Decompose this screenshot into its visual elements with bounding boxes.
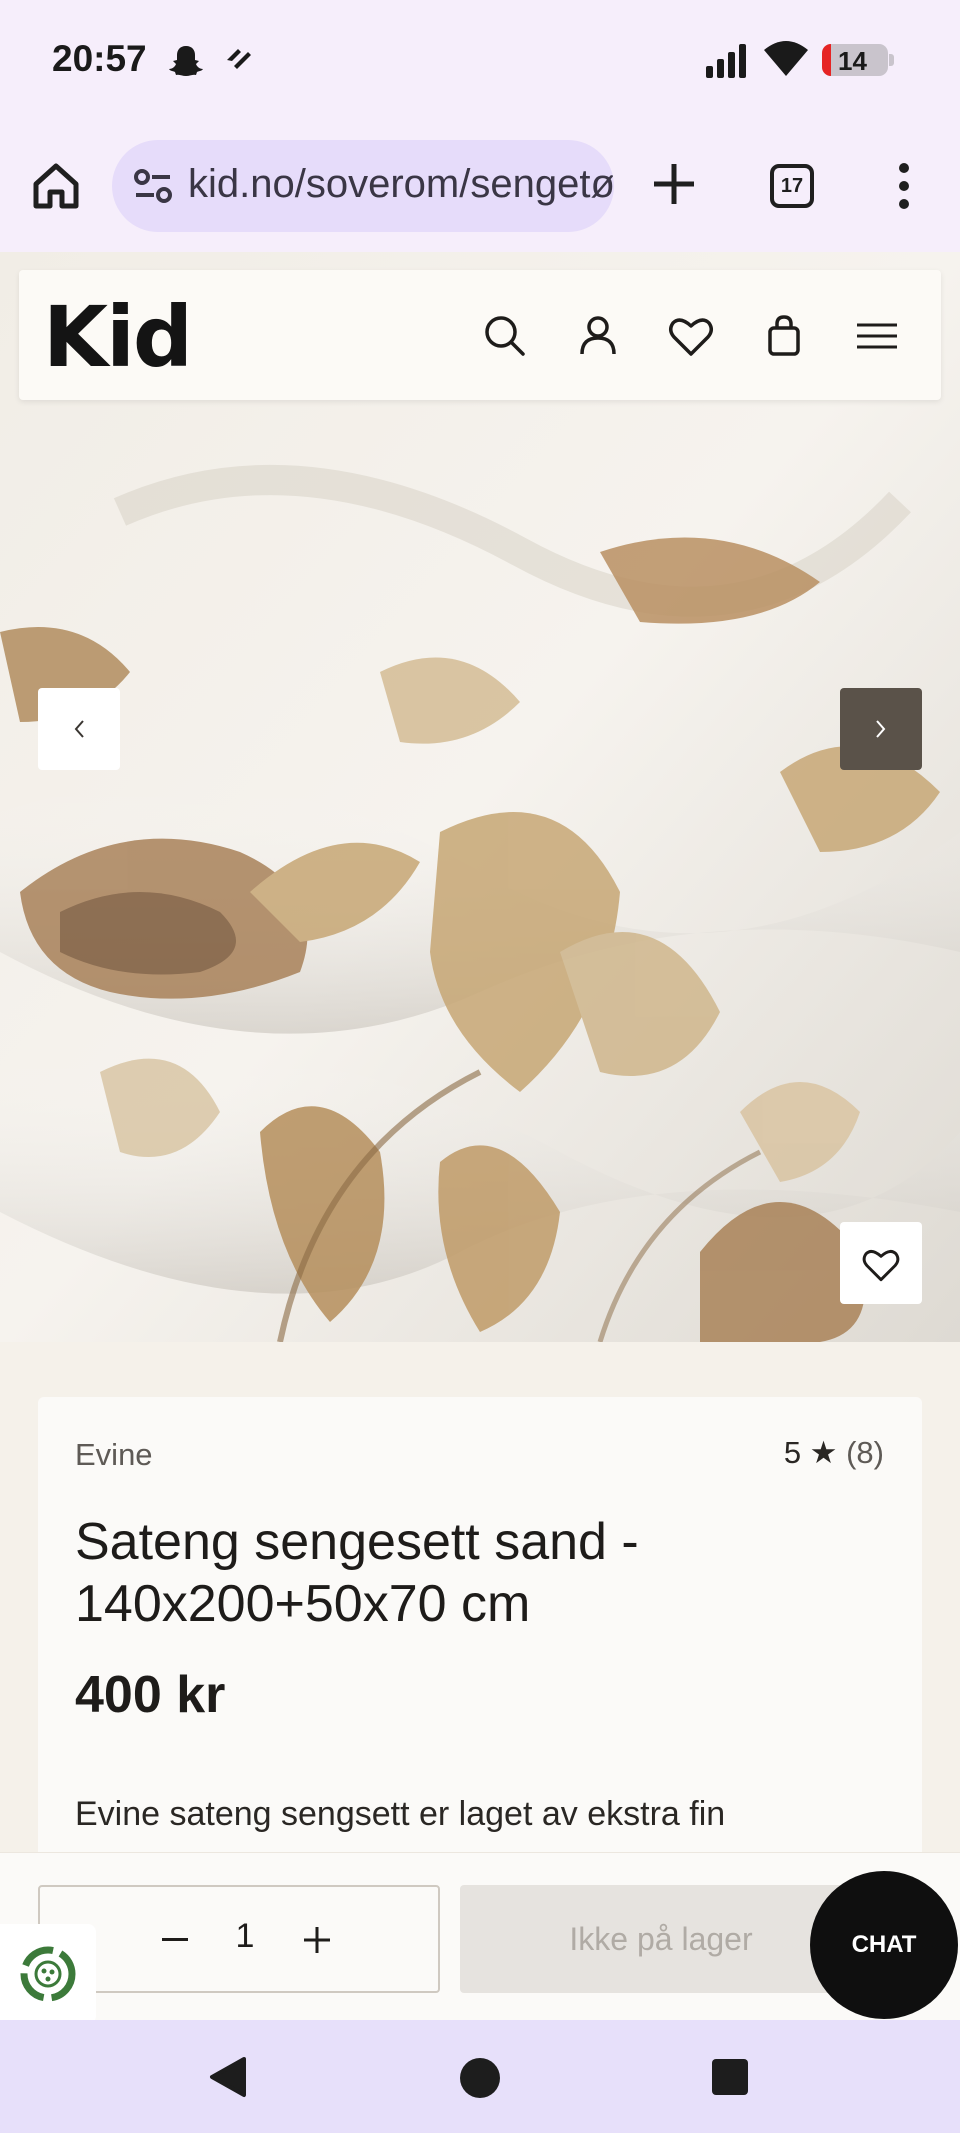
signal-icon — [706, 44, 746, 78]
product-image[interactable] — [0, 252, 960, 1342]
plus-icon — [304, 1927, 330, 1953]
carousel-next-button[interactable] — [840, 688, 922, 770]
status-bar: 20:57 14 — [0, 0, 960, 120]
kid-logo[interactable]: Kid — [43, 288, 193, 386]
chat-button[interactable]: CHAT — [810, 1871, 958, 2019]
product-price: 400 kr — [75, 1666, 226, 1724]
quantity-increase-button[interactable] — [292, 1917, 342, 1963]
menu-icon[interactable] — [886, 162, 922, 210]
rating-count: (8) — [846, 1435, 884, 1470]
snapchat-icon — [169, 46, 203, 76]
hamburger-icon[interactable] — [851, 310, 903, 362]
status-time: 20:57 — [52, 38, 147, 79]
system-navigation-bar — [0, 2020, 960, 2133]
chevron-right-icon — [876, 720, 886, 738]
product-rating[interactable]: 5 ★ (8) — [784, 1435, 884, 1471]
fabric-photo — [0, 252, 960, 1342]
back-icon[interactable] — [208, 2056, 248, 2098]
browser-toolbar: kid.no/soverom/sengetøy 17 — [0, 120, 960, 252]
rating-value: 5 ★ — [783, 1435, 838, 1470]
recycle-badge[interactable] — [0, 1924, 96, 2024]
battery-level: 14 — [838, 46, 867, 76]
heart-icon — [862, 1249, 900, 1282]
carousel-prev-button[interactable] — [38, 688, 120, 770]
quantity-decrease-button[interactable] — [150, 1917, 200, 1963]
product-brand[interactable]: Evine — [75, 1437, 153, 1473]
quantity-stepper: 1 — [38, 1885, 440, 1993]
account-icon[interactable] — [572, 310, 624, 362]
home-nav-icon[interactable] — [460, 2058, 500, 2098]
minus-icon — [162, 1938, 188, 1941]
new-tab-icon[interactable] — [652, 162, 696, 206]
url-text[interactable]: kid.no/soverom/sengetøy — [188, 162, 614, 207]
search-icon[interactable] — [479, 310, 531, 362]
quantity-value[interactable]: 1 — [230, 1917, 260, 1956]
bag-icon[interactable] — [758, 310, 810, 362]
product-description: Evine sateng sengsett er laget av ekstra… — [75, 1795, 726, 1833]
site-settings-icon[interactable] — [134, 168, 172, 204]
tabs-icon[interactable]: 17 — [770, 164, 814, 208]
url-bar[interactable]: kid.no/soverom/sengetøy — [112, 140, 614, 232]
home-icon[interactable] — [30, 160, 82, 212]
add-to-wishlist-button[interactable] — [840, 1222, 922, 1304]
product-title: Sateng sengesett sand - 140x200+50x70 cm — [75, 1513, 639, 1633]
wifi-icon — [764, 41, 808, 76]
site-header: Kid — [19, 270, 941, 400]
heart-icon[interactable] — [665, 310, 717, 362]
recycle-icon — [20, 1946, 76, 2002]
chevron-left-icon — [74, 720, 84, 738]
battery-icon: 14 — [822, 44, 894, 76]
recents-icon[interactable] — [712, 2059, 748, 2095]
app-notification-icon — [227, 49, 251, 69]
